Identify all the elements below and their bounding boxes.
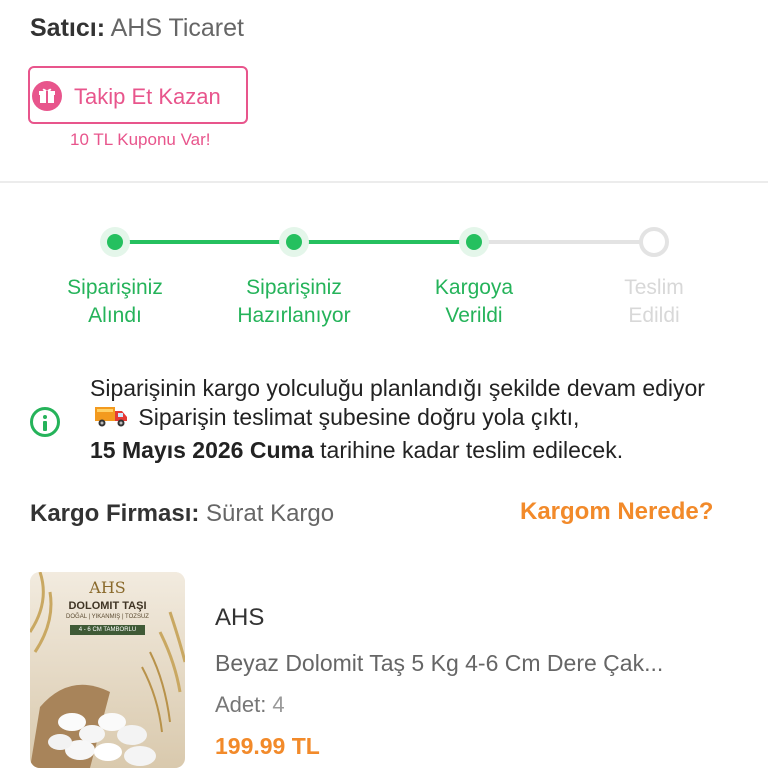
notice-text-2: Siparişin teslimat şubesine doğru yola ç… bbox=[138, 404, 580, 430]
section-divider bbox=[0, 181, 768, 183]
step-label-shipped: Kargoya Verildi bbox=[434, 276, 514, 327]
notice-text-3: tarihine kadar teslim edilecek. bbox=[313, 437, 624, 463]
step-dot-received bbox=[100, 227, 130, 257]
follow-button-label: Takip Et Kazan bbox=[74, 84, 221, 109]
image-sub-text: DOĞAL | YIKANMIŞ | TOZSUZ bbox=[66, 614, 149, 620]
quantity-value: 4 bbox=[272, 692, 285, 717]
cargo-company-row: Kargo Firması: Sürat Kargo bbox=[30, 500, 334, 528]
seller-info: Satıcı: AHS Ticaret bbox=[30, 14, 244, 43]
step-dot-shipped bbox=[459, 227, 489, 257]
delivery-date: 15 Mayıs 2026 Cuma bbox=[90, 437, 314, 463]
step-label-received: Siparişiniz Alındı bbox=[67, 276, 163, 327]
quantity-label: Adet: bbox=[215, 692, 267, 717]
shipping-notice: Siparişinin kargo yolculuğu planlandığı … bbox=[90, 374, 750, 465]
tracker-line-1 bbox=[115, 240, 294, 244]
notice-text-1: Siparişinin kargo yolculuğu planlandığı … bbox=[90, 375, 705, 401]
gift-icon bbox=[32, 81, 62, 111]
follow-and-earn-button[interactable]: Takip Et Kazan bbox=[28, 66, 248, 124]
product-quantity: Adet: 4 bbox=[215, 692, 285, 718]
step-dot-delivered bbox=[639, 227, 669, 257]
coupon-note: 10 TL Kuponu Var! bbox=[70, 130, 211, 149]
product-name[interactable]: Beyaz Dolomit Taş 5 Kg 4-6 Cm Dere Çak..… bbox=[215, 650, 745, 677]
image-brand-text: AHS bbox=[89, 578, 126, 597]
tracker-line-3 bbox=[474, 240, 654, 244]
image-title-text: DOLOMIT TAŞI bbox=[68, 600, 147, 612]
tracker-line-2 bbox=[294, 240, 474, 244]
delivery-truck-icon bbox=[94, 403, 128, 436]
product-price: 199.99 TL bbox=[215, 733, 320, 759]
step-dot-preparing bbox=[279, 227, 309, 257]
seller-label: Satıcı: bbox=[30, 14, 106, 42]
step-label-preparing: Siparişiniz Hazırlanıyor bbox=[237, 276, 351, 327]
track-cargo-link[interactable]: Kargom Nerede? bbox=[520, 498, 713, 526]
step-label-delivered: Teslim Edildi bbox=[624, 276, 684, 327]
product-brand[interactable]: AHS bbox=[215, 604, 264, 632]
cargo-label: Kargo Firması: bbox=[30, 500, 200, 527]
seller-name[interactable]: AHS Ticaret bbox=[111, 14, 244, 42]
image-size-badge: 4 - 6 CM TAMBORLU bbox=[70, 625, 145, 635]
cargo-company: Sürat Kargo bbox=[206, 500, 335, 527]
info-icon bbox=[30, 407, 60, 437]
product-image[interactable]: AHS DOLOMIT TAŞI DOĞAL | YIKANMIŞ | TOZS… bbox=[30, 572, 185, 768]
